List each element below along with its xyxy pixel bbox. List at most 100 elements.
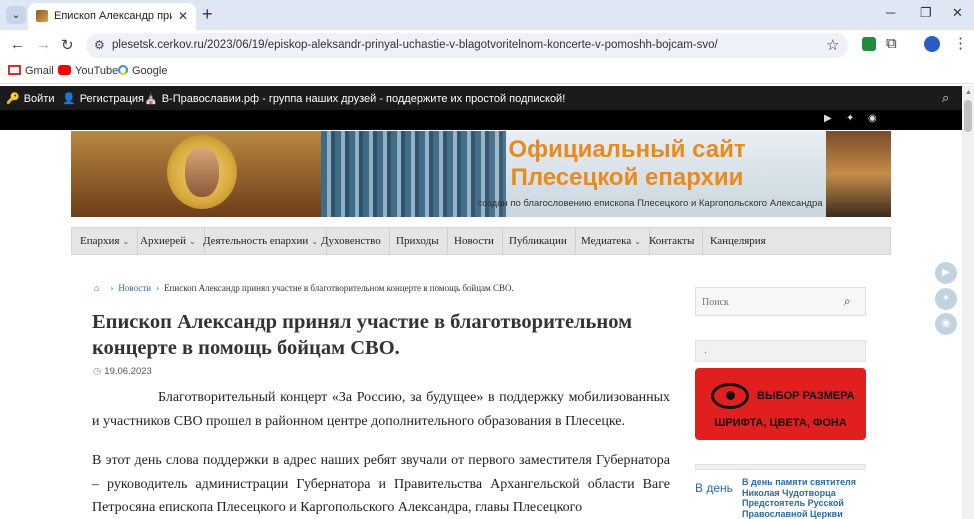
active-tab[interactable]: Епископ Александр принял уч ✕ xyxy=(28,3,196,30)
nav-label: Медиатека xyxy=(581,235,632,247)
nav-item-eparchy[interactable]: Епархия ⌄ xyxy=(72,228,139,254)
youtube-social-icon[interactable]: ▶ xyxy=(824,113,832,124)
nav-item-bishop[interactable]: Архиерей ⌄ xyxy=(132,228,205,254)
promo-label: В-Православии.рф - группа наших друзей -… xyxy=(161,93,566,105)
gmail-icon xyxy=(8,65,21,75)
login-link[interactable]: 🔑 Войти xyxy=(6,92,55,105)
scroll-up-icon[interactable]: ▲ xyxy=(965,89,972,96)
close-tab-icon[interactable]: ✕ xyxy=(178,9,188,23)
social-bar: ▶ ✦ ◉ xyxy=(0,110,962,130)
minimize-icon[interactable]: ─ xyxy=(886,5,895,20)
eye-pupil xyxy=(726,391,735,400)
user-icon: 👤 xyxy=(62,93,76,105)
nav-label: Новости xyxy=(454,235,494,247)
tab-search-menu-icon[interactable]: ⌄ xyxy=(6,6,26,24)
close-window-icon[interactable]: ✕ xyxy=(952,5,963,21)
banner-title-line2: Плесецкой епархии xyxy=(510,164,744,191)
nav-label: Контакты xyxy=(649,235,695,247)
banner-subtitle: создан по благословению епископа Плесецк… xyxy=(477,198,823,209)
extension-icon[interactable] xyxy=(862,37,876,51)
nav-label: Архиерей xyxy=(140,235,186,247)
address-bar[interactable]: ⚙ plesetsk.cerkov.ru/2023/06/19/episkop-… xyxy=(86,33,848,58)
accessibility-button[interactable]: ВЫБОР РАЗМЕРА ШРИФТА, ЦВЕТА, ФОНА xyxy=(695,368,866,440)
rss-social-icon[interactable]: ◉ xyxy=(868,113,877,124)
extensions-puzzle-icon[interactable]: ⧉ xyxy=(886,35,897,52)
key-icon: 🔑 xyxy=(6,93,20,105)
breadcrumb-separator: › xyxy=(156,283,160,293)
site-search-icon[interactable]: ⌕ xyxy=(942,90,949,106)
sidebar-news-link[interactable]: В день памяти святителя Николая Чудотвор… xyxy=(742,477,866,519)
nav-item-parishes[interactable]: Приходы xyxy=(388,228,448,254)
tab-strip: ⌄ Епископ Александр принял уч ✕ + ─ ❐ ✕ xyxy=(0,0,974,30)
church-icon: ⛪ xyxy=(144,93,158,105)
sidebar-search: ⌕ xyxy=(695,287,866,316)
nav-item-clergy[interactable]: Духовенство xyxy=(313,228,390,254)
url-text[interactable]: plesetsk.cerkov.ru/2023/06/19/episkop-al… xyxy=(112,39,718,51)
clock-icon: ◷ xyxy=(93,366,102,377)
date-text: 19.06.2023 xyxy=(104,366,152,377)
nav-item-publications[interactable]: Публикации xyxy=(501,228,576,254)
nav-label: Деятельность епархии xyxy=(203,235,309,247)
restore-icon[interactable]: ❐ xyxy=(920,5,932,21)
bookmark-star-icon[interactable]: ☆ xyxy=(826,36,839,54)
breadcrumb-current: Епископ Александр принял участие в благо… xyxy=(164,283,514,293)
news-thumbnail-alt[interactable]: В день xyxy=(695,481,735,496)
promo-link[interactable]: ⛪ В-Православии.рф - группа наших друзей … xyxy=(144,92,565,105)
web-page: 🔑 Войти 👤 Регистрация ⛪ В-Православии.рф - … xyxy=(0,86,962,519)
home-icon[interactable]: ⌂ xyxy=(94,283,99,293)
twitter-social-icon[interactable]: ✦ xyxy=(846,113,854,124)
nav-item-activity[interactable]: Деятельность епархии ⌄ xyxy=(195,228,328,254)
profile-avatar-icon[interactable] xyxy=(924,36,940,52)
nav-label: Публикации xyxy=(509,235,567,247)
forward-icon[interactable]: → xyxy=(36,36,51,53)
tab-title: Епископ Александр принял уч xyxy=(54,10,172,22)
bookmark-label: Google xyxy=(132,65,168,77)
register-link[interactable]: 👤 Регистрация xyxy=(62,92,144,105)
article-paragraph-1: Благотворительный концерт «За Россию, за… xyxy=(92,390,670,429)
bookmark-gmail[interactable]: Gmail xyxy=(8,65,54,77)
reload-icon[interactable]: ↻ xyxy=(61,36,74,54)
bookmark-label: YouTube xyxy=(75,65,119,77)
bookmark-youtube[interactable]: YouTube xyxy=(58,65,118,77)
breadcrumb: ⌂ › Новости › Епископ Александр принял участ… xyxy=(94,283,514,293)
christ-icon-image xyxy=(71,131,321,217)
accessibility-label-1: ВЫБОР РАЗМЕРА xyxy=(757,390,855,402)
breadcrumb-news-link[interactable]: Новости xyxy=(118,283,151,293)
nav-item-chancery[interactable]: Канцелярия xyxy=(702,228,774,254)
youtube-icon xyxy=(58,65,71,75)
main-navigation: Епархия ⌄ Архиерей ⌄ Деятельность епархии ⌄… xyxy=(71,227,891,255)
back-icon[interactable]: ← xyxy=(10,36,25,53)
nav-label: Канцелярия xyxy=(710,235,766,247)
article-date: ◷ 19.06.2023 xyxy=(93,366,152,377)
page-scrollbar[interactable]: ▲ xyxy=(962,86,974,519)
bookmark-google[interactable]: Google xyxy=(118,65,167,77)
article-paragraph-2: В этот день слова поддержки в адрес наши… xyxy=(92,453,670,515)
article-title: Епископ Александр принял участие в благо… xyxy=(92,311,633,359)
chevron-down-icon: ⌄ xyxy=(122,237,130,246)
widget-text: . xyxy=(704,345,707,356)
site-info-icon[interactable]: ⚙ xyxy=(94,38,105,52)
browser-menu-icon[interactable]: ⋮ xyxy=(953,34,968,52)
search-icon[interactable]: ⌕ xyxy=(844,294,851,309)
bookmarks-bar: Gmail YouTube Google xyxy=(0,60,974,84)
scroll-thumb[interactable] xyxy=(964,100,972,132)
bookmark-label: Gmail xyxy=(25,65,54,77)
search-input[interactable] xyxy=(702,294,832,310)
nav-label: Духовенство xyxy=(321,235,381,247)
nav-label: Приходы xyxy=(396,235,439,247)
nav-item-media[interactable]: Медиатека ⌄ xyxy=(573,228,650,254)
banner-title-line1: Официальный сайт xyxy=(508,136,746,163)
floating-rss-icon[interactable]: ◉ xyxy=(935,313,957,335)
sidebar-widget: . xyxy=(695,340,866,362)
new-tab-button[interactable]: + xyxy=(202,4,213,25)
nav-item-news[interactable]: Новости xyxy=(446,228,503,254)
sidebar-divider xyxy=(695,464,866,470)
google-icon xyxy=(118,65,128,75)
nav-item-contacts[interactable]: Контакты xyxy=(641,228,704,254)
browser-toolbar: ← → ↻ ⚙ plesetsk.cerkov.ru/2023/06/19/ep… xyxy=(0,30,974,60)
register-label: Регистрация xyxy=(79,93,145,105)
floating-youtube-icon[interactable]: ▶ xyxy=(935,262,957,284)
floating-twitter-icon[interactable]: ✦ xyxy=(935,288,957,310)
site-favicon-icon xyxy=(36,10,48,22)
breadcrumb-separator: › xyxy=(110,283,114,293)
